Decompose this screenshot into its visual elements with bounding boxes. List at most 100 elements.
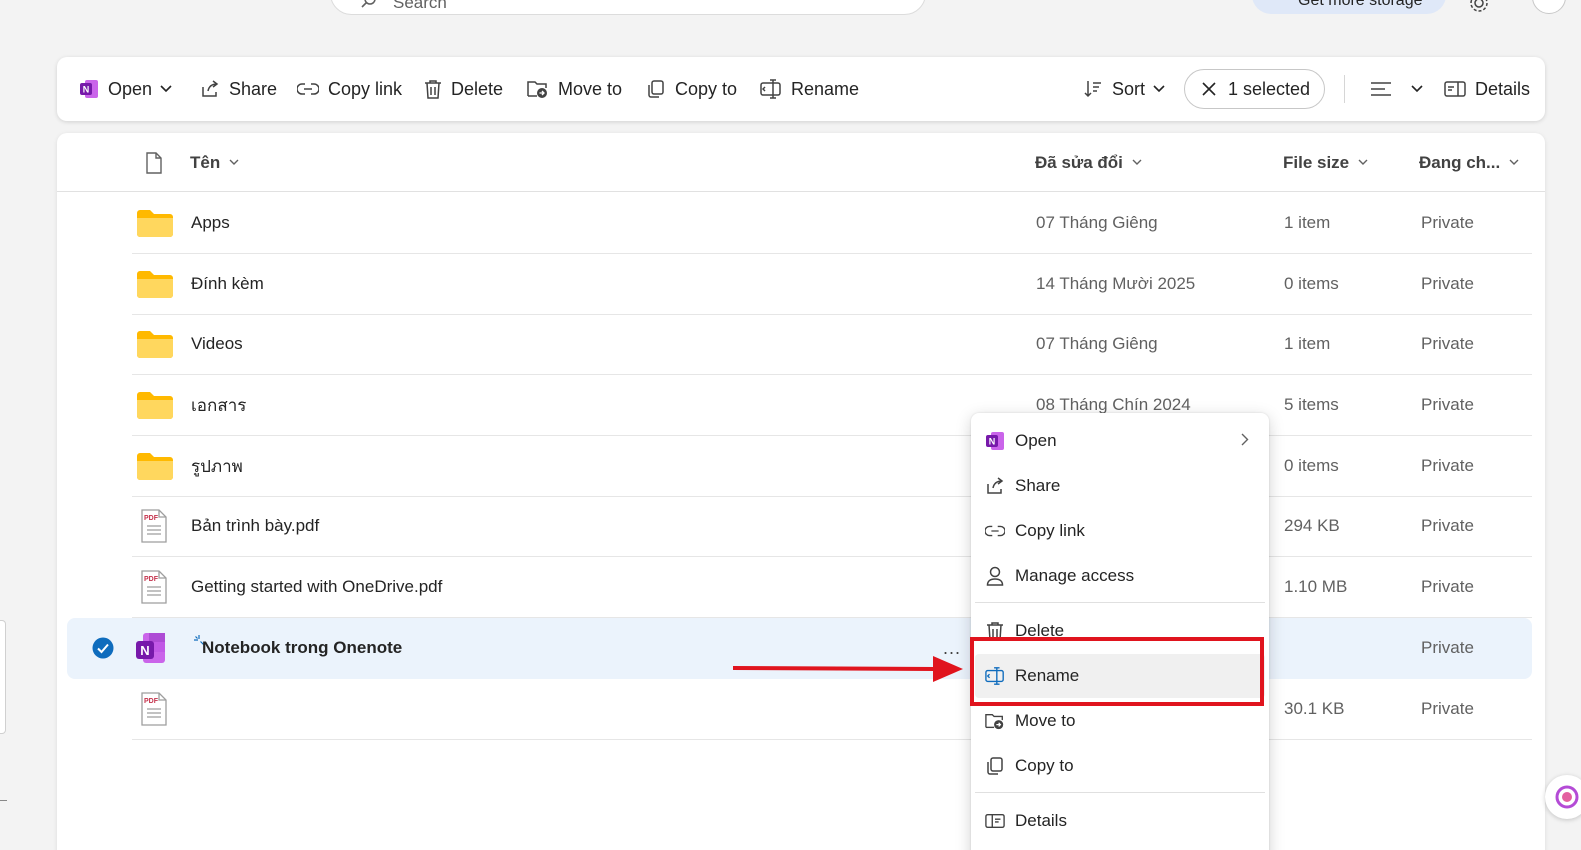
svg-text:N: N: [140, 643, 149, 658]
toolbar-delete-label: Delete: [451, 78, 504, 99]
toolbar-delete-button[interactable]: Delete: [424, 57, 503, 121]
list-view-icon: [1370, 80, 1392, 98]
toolbar-copy-to-label: Copy to: [675, 78, 738, 99]
details-pane-icon: [985, 812, 1005, 830]
toolbar-move-to-button[interactable]: Move to: [527, 57, 622, 121]
file-size: 0 items: [1284, 456, 1339, 475]
pdf-file-icon: PDF: [140, 557, 168, 617]
svg-text:N: N: [989, 437, 996, 447]
avatar[interactable]: [1532, 0, 1566, 14]
search-box[interactable]: Search: [330, 0, 926, 15]
column-name-header[interactable]: Tên: [190, 133, 239, 192]
toolbar-move-to-label: Move to: [558, 78, 623, 99]
copilot-icon: [1555, 785, 1579, 809]
file-name[interactable]: Đính kèm: [191, 254, 264, 314]
file-name[interactable]: Apps: [191, 193, 230, 253]
toolbar-open-label: Open: [108, 78, 153, 99]
details-pane-icon: [1444, 80, 1466, 98]
selected-count-label: 1 selected: [1228, 78, 1311, 99]
menu-item-label: Copy to: [1015, 756, 1074, 775]
get-more-storage-button[interactable]: Get more storage: [1252, 0, 1446, 14]
share-icon: [985, 476, 1005, 496]
chevron-down-icon: [1358, 159, 1368, 166]
file-sharing: Private: [1421, 395, 1474, 414]
toolbar-details-label: Details: [1475, 78, 1531, 99]
menu-item-share[interactable]: Share: [975, 464, 1265, 508]
copilot-button[interactable]: [1545, 775, 1581, 819]
file-name[interactable]: รูปภาพ: [191, 436, 243, 496]
folder-icon: [136, 375, 174, 435]
toolbar-copy-link-button[interactable]: Copy link: [297, 57, 402, 121]
search-icon: [361, 0, 377, 9]
file-name[interactable]: Getting started with OneDrive.pdf: [191, 557, 442, 617]
column-modified-label: Đã sửa đổi: [1035, 152, 1123, 172]
file-sharing: Private: [1421, 516, 1474, 535]
storage-label: Get more storage: [1298, 0, 1423, 9]
menu-item-details[interactable]: Details: [975, 799, 1265, 843]
clear-selection-button[interactable]: 1 selected: [1184, 69, 1325, 109]
table-row[interactable]: PDF Getting started with OneDrive.pdf 1.…: [132, 557, 1532, 618]
column-size-header[interactable]: File size: [1283, 133, 1368, 192]
svg-text:PDF: PDF: [144, 576, 159, 583]
file-size: 0 items: [1284, 274, 1339, 293]
toolbar-sort-label: Sort: [1112, 78, 1146, 99]
file-name[interactable]: เอกสาร: [191, 375, 246, 435]
chevron-right-icon: [1241, 433, 1249, 446]
svg-text:N: N: [83, 85, 90, 95]
column-sharing-header[interactable]: Đang ch...: [1419, 133, 1519, 192]
onenote-icon: N: [79, 79, 99, 99]
search-placeholder: Search: [393, 0, 447, 12]
toolbar-rename-button[interactable]: Rename: [760, 57, 859, 121]
table-row[interactable]: PDF Bản trình bày.pdf 294 KB Private: [132, 496, 1532, 557]
edge-mark: [0, 800, 7, 801]
file-sharing: Private: [1421, 638, 1474, 657]
column-modified-header[interactable]: Đã sửa đổi: [1035, 133, 1142, 192]
file-size: 1.10 MB: [1284, 577, 1348, 596]
checkmark-circle-icon[interactable]: [92, 618, 114, 678]
file-name[interactable]: Notebook trong Onenote: [202, 618, 402, 678]
table-row[interactable]: เอกสาร 08 Tháng Chín 2024 5 items Privat…: [132, 375, 1532, 436]
menu-item-open[interactable]: N Open: [975, 419, 1265, 463]
file-sharing: Private: [1421, 699, 1474, 718]
menu-item-copy-link[interactable]: Copy link: [975, 509, 1265, 553]
folder-move-icon: [985, 711, 1005, 731]
file-size: 294 KB: [1284, 516, 1340, 535]
view-options-button[interactable]: [1370, 57, 1423, 121]
table-row[interactable]: Đính kèm 14 Tháng Mười 2025 0 items Priv…: [132, 254, 1532, 315]
file-size: 1 item: [1284, 334, 1331, 353]
close-icon: [1201, 81, 1217, 97]
file-sharing: Private: [1421, 577, 1474, 596]
toolbar-sort-button[interactable]: Sort: [1083, 57, 1165, 121]
table-row[interactable]: Videos 07 Tháng Giêng 1 item Private: [132, 314, 1532, 375]
menu-item-label: Details: [1015, 811, 1067, 830]
toolbar-open-button[interactable]: N Open: [79, 57, 172, 121]
file-sharing: Private: [1421, 274, 1474, 293]
chevron-down-icon: [1132, 159, 1142, 166]
column-header-row: Tên Đã sửa đổi File size Đang ch...: [57, 133, 1545, 192]
file-name[interactable]: Videos: [191, 314, 243, 374]
file-sharing: Private: [1421, 213, 1474, 232]
command-bar: N Open Share Copy link Delete Move to Co…: [57, 57, 1545, 121]
context-menu: N Open Share Copy link Manage access Del…: [971, 413, 1269, 850]
settings-icon[interactable]: [1468, 0, 1490, 14]
link-icon: [985, 524, 1005, 538]
pdf-file-icon: PDF: [140, 679, 168, 739]
toolbar-details-button[interactable]: Details: [1444, 57, 1530, 121]
share-icon: [200, 79, 220, 99]
sort-icon: [1083, 79, 1103, 99]
pointer-arrow: [730, 650, 965, 686]
file-name[interactable]: Bản trình bày.pdf: [191, 496, 319, 556]
chevron-down-icon: [160, 85, 172, 93]
rename-highlight-box: [970, 637, 1264, 706]
file-modified: 14 Tháng Mười 2025: [1036, 274, 1196, 293]
chevron-down-icon: [1411, 85, 1423, 93]
table-row[interactable]: รูปภาพ 0 items Private: [132, 436, 1532, 497]
table-row[interactable]: Apps 07 Tháng Giêng 1 item Private: [132, 193, 1532, 254]
toolbar-copy-to-button[interactable]: Copy to: [646, 57, 737, 121]
menu-item-copy-to[interactable]: Copy to: [975, 744, 1265, 788]
menu-item-manage-access[interactable]: Manage access: [975, 554, 1265, 598]
file-size: 5 items: [1284, 395, 1339, 414]
person-icon: [985, 566, 1005, 586]
toolbar-share-button[interactable]: Share: [200, 57, 277, 121]
table-row[interactable]: PDF 30.1 KB Private: [132, 679, 1532, 740]
